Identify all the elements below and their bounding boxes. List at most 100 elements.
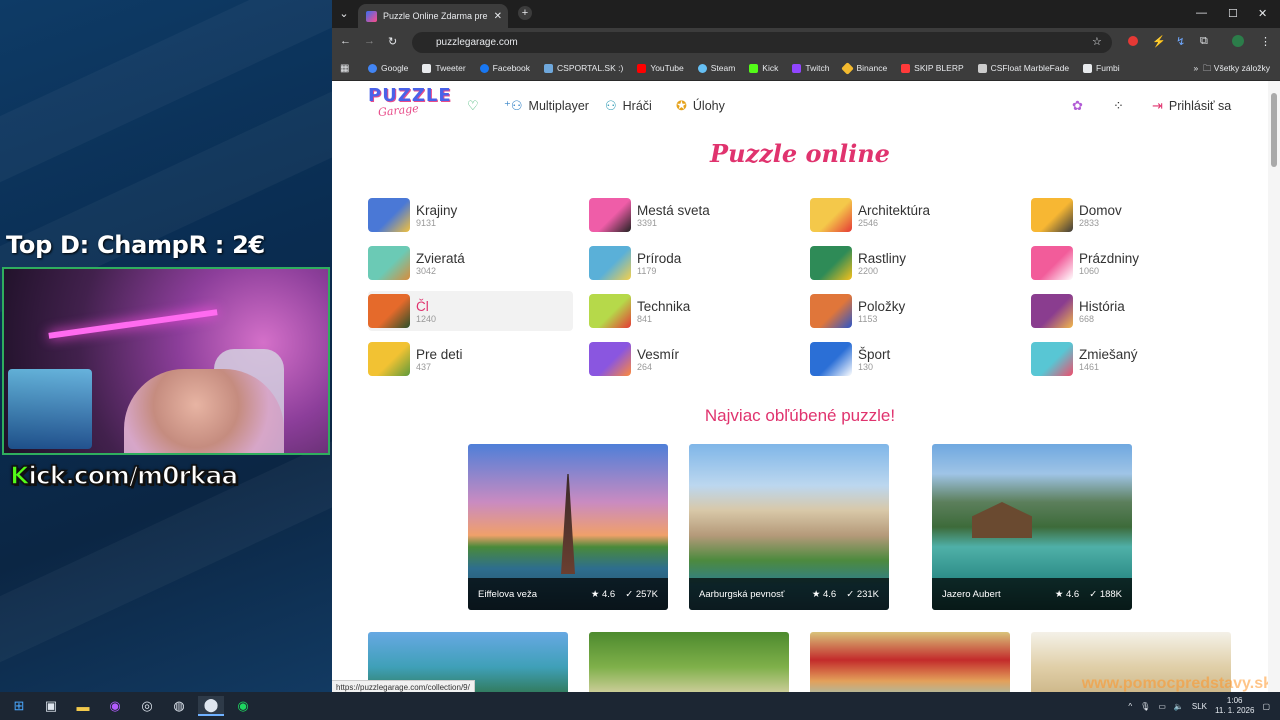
nav-login[interactable]: ⇥ Prihlásiť sa xyxy=(1152,98,1231,114)
bookmark-twitch[interactable]: Twitch xyxy=(792,63,829,73)
extension-icon[interactable]: ↯ xyxy=(1176,35,1185,48)
bookmark-facebook[interactable]: Facebook xyxy=(479,63,530,73)
reload-icon[interactable]: ↻ xyxy=(388,35,397,48)
bookmark-skip-blerp[interactable]: SKIP BLERP xyxy=(901,63,964,73)
category-count: 668 xyxy=(1079,313,1095,324)
category-text: Príroda 1179 xyxy=(637,251,681,276)
bookmark-tweeter[interactable]: Tweeter xyxy=(422,63,466,73)
category-count: 3391 xyxy=(637,217,658,228)
category-icon xyxy=(368,198,410,232)
nav-login-label: Prihlásiť sa xyxy=(1168,99,1232,113)
nav-multiplayer[interactable]: ⁺⚇ Multiplayer xyxy=(504,98,589,114)
bookmark-google[interactable]: Google xyxy=(368,63,408,73)
category-text: Prázdniny 1060 xyxy=(1079,251,1139,276)
back-icon[interactable]: ← xyxy=(340,35,351,47)
file-explorer-icon[interactable]: ▬ xyxy=(70,696,96,716)
task-view-icon[interactable]: ▣ xyxy=(38,696,64,716)
category-name: Mestá sveta xyxy=(637,202,710,218)
category-item[interactable]: Šport 130 xyxy=(810,339,1015,379)
spotify-icon[interactable]: ◉ xyxy=(230,696,256,716)
browser-menu-icon[interactable]: ⋮ xyxy=(1260,35,1271,48)
puzzle-garage-logo[interactable]: PUZZLE Garage xyxy=(368,85,451,125)
category-item[interactable]: Položky 1153 xyxy=(810,291,1015,331)
chat-app-icon[interactable]: ◉ xyxy=(102,696,128,716)
profile-avatar-icon[interactable] xyxy=(1232,35,1244,47)
new-tab-icon[interactable]: + xyxy=(518,6,532,20)
apps-grid-icon[interactable]: ▦ xyxy=(340,63,349,74)
bookmark-kick[interactable]: Kick xyxy=(749,63,778,73)
puzzle-card-aubert[interactable]: Jazero Aubert ★ 4.6 ✓ 188K xyxy=(932,444,1132,610)
windows-start-icon[interactable]: ⊞ xyxy=(6,696,32,716)
puzzle-card-puppy[interactable] xyxy=(589,632,789,692)
category-item[interactable]: Architektúra 2546 xyxy=(810,195,1015,235)
close-window-icon[interactable]: ✕ xyxy=(1258,7,1267,20)
category-item[interactable]: Zvieratá 3042 xyxy=(368,243,573,283)
puzzle-plays: 257K xyxy=(635,588,658,600)
minimize-icon[interactable]: — xyxy=(1196,7,1207,19)
category-item[interactable]: Prázdniny 1060 xyxy=(1031,243,1236,283)
favorites-heart-icon[interactable]: ♡ xyxy=(467,98,479,114)
chevron-up-icon[interactable]: ^ xyxy=(1128,702,1132,711)
chrome-icon[interactable]: ⬤ xyxy=(198,696,224,716)
game-mode-icon[interactable]: ⁘ xyxy=(1113,98,1124,114)
theme-flower-icon[interactable]: ✿ xyxy=(1072,98,1083,114)
clock-date: 11. 1. 2026 xyxy=(1214,706,1255,715)
network-icon[interactable]: ▭ xyxy=(1158,702,1166,711)
category-name: Čl xyxy=(416,298,429,314)
puzzle-card-aarburg[interactable]: Aarburgská pevnosť ★ 4.6 ✓ 231K xyxy=(689,444,889,610)
forward-icon[interactable]: → xyxy=(364,35,375,47)
clock[interactable]: 1:06 11. 1. 2026 xyxy=(1215,696,1254,716)
clock-time: 1:06 xyxy=(1226,696,1243,705)
bookmark-star-icon[interactable]: ☆ xyxy=(1092,35,1102,48)
page-scrollbar[interactable] xyxy=(1268,81,1280,692)
category-name: História xyxy=(1079,298,1125,314)
extension-icon[interactable] xyxy=(1128,36,1138,46)
bookmark-steam[interactable]: Steam xyxy=(697,63,735,73)
url-field[interactable]: puzzlegarage.com xyxy=(412,32,1112,53)
category-item[interactable]: Technika 841 xyxy=(589,291,794,331)
notifications-icon[interactable]: ▢ xyxy=(1262,702,1270,711)
puzzle-plays: 188K xyxy=(1099,588,1122,600)
category-item[interactable]: Príroda 1179 xyxy=(589,243,794,283)
extensions-puzzle-icon[interactable]: ⧉ xyxy=(1200,35,1208,48)
extension-icon[interactable]: ⚡ xyxy=(1152,35,1166,48)
microphone-icon[interactable]: 🎙 xyxy=(1140,702,1150,711)
nav-players[interactable]: ⚇ Hráči xyxy=(605,98,652,114)
close-tab-icon[interactable]: ✕ xyxy=(494,11,502,22)
bookmark-csportal[interactable]: CSPORTAL.SK :) xyxy=(544,63,623,73)
maximize-icon[interactable]: ☐ xyxy=(1228,7,1238,20)
category-item[interactable]: Krajiny 9131 xyxy=(368,195,573,235)
bookmark-binance[interactable]: Binance xyxy=(841,61,887,75)
all-bookmarks-label: Všetky záložky xyxy=(1213,63,1270,73)
category-item[interactable]: Zmiešaný 1461 xyxy=(1031,339,1236,379)
all-bookmarks-button[interactable]: » 🗀 Všetky záložky xyxy=(1193,63,1270,77)
category-name: Krajiny xyxy=(416,202,458,218)
tab-active[interactable]: Puzzle Online Zdarma pre Dospelých ✕ xyxy=(358,4,508,28)
category-item[interactable]: Rastliny 2200 xyxy=(810,243,1015,283)
nav-tasks-label: Úlohy xyxy=(692,99,725,113)
puzzle-card-kitten[interactable] xyxy=(810,632,1010,692)
nav-tasks[interactable]: ✪ Úlohy xyxy=(676,98,725,114)
category-count: 1461 xyxy=(1079,361,1100,372)
category-item[interactable]: História 668 xyxy=(1031,291,1236,331)
puzzle-card-eiffel[interactable]: Eiffelova veža ★ 4.6 ✓ 257K xyxy=(468,444,668,610)
language-indicator[interactable]: SLK xyxy=(1192,702,1207,711)
browser-window: ⌄ Puzzle Online Zdarma pre Dospelých ✕ +… xyxy=(332,0,1280,692)
tab-search-icon[interactable]: ⌄ xyxy=(338,7,350,20)
bookmark-youtube[interactable]: YouTube xyxy=(637,63,684,73)
category-item[interactable]: Pre deti 437 xyxy=(368,339,573,379)
category-item[interactable]: Vesmír 264 xyxy=(589,339,794,379)
category-count: 130 xyxy=(858,361,874,372)
category-item[interactable]: Mestá sveta 3391 xyxy=(589,195,794,235)
check-icon: ✓ xyxy=(625,588,634,600)
obs-icon[interactable]: ◍ xyxy=(166,696,192,716)
category-icon xyxy=(1031,342,1073,376)
scrollbar-thumb[interactable] xyxy=(1271,93,1277,167)
category-item[interactable]: Domov 2833 xyxy=(1031,195,1236,235)
bookmark-fumbi[interactable]: Fumbi xyxy=(1083,63,1120,73)
category-name: Architektúra xyxy=(858,202,931,218)
volume-icon[interactable]: 🔈 xyxy=(1174,702,1184,711)
steam-icon[interactable]: ◎ xyxy=(134,696,160,716)
category-item[interactable]: Čl 1240 xyxy=(368,291,573,331)
bookmark-csfloat[interactable]: CSFloat MarbleFade xyxy=(977,63,1069,73)
